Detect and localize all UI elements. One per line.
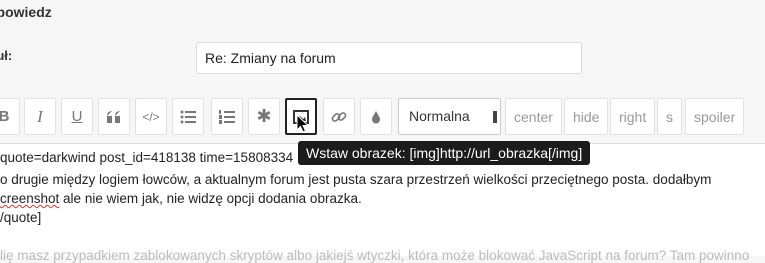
editor-line: quote=darkwind post_id=418138 time=15808…	[0, 150, 294, 165]
bullet-list-button[interactable]	[172, 98, 204, 135]
italic-button[interactable]: I	[24, 98, 56, 135]
code-icon: </>	[142, 109, 160, 124]
subject-label: tuł:	[0, 48, 13, 63]
misspelled-word: creenshot	[0, 191, 60, 206]
quote-button[interactable]	[98, 98, 130, 135]
editor-line: /quote]	[0, 210, 42, 225]
underline-button[interactable]: U	[61, 98, 93, 135]
editor-line-text: ale nie wiem jak, nie widzę opcji dodani…	[59, 191, 362, 206]
editor-line: o drugie między logiem łowców, a aktualn…	[0, 172, 712, 187]
droplet-icon	[372, 110, 380, 123]
center-button[interactable]: center	[505, 98, 562, 135]
bold-button[interactable]: B	[0, 98, 20, 135]
numbered-list-icon	[219, 109, 235, 124]
right-button[interactable]: right	[610, 98, 656, 135]
list-icon	[180, 110, 196, 123]
font-color-button[interactable]	[360, 98, 392, 135]
mouse-pointer-icon	[296, 114, 310, 133]
reply-heading: dpowiedz	[0, 4, 52, 20]
font-size-value: Normalna	[409, 108, 470, 124]
hide-button[interactable]: hide	[564, 98, 609, 135]
editor-line: creenshot ale nie wiem jak, nie widzę op…	[0, 191, 362, 206]
link-icon	[331, 111, 347, 122]
code-button[interactable]: </>	[135, 98, 167, 135]
select-caret-icon	[493, 111, 497, 123]
subject-input[interactable]: Re: Zmiany na forum	[196, 42, 582, 74]
asterisk-icon: ✱	[256, 106, 272, 126]
font-size-select[interactable]: Normalna	[398, 98, 501, 135]
list-item-button[interactable]: ✱	[248, 98, 280, 135]
insert-link-button[interactable]	[323, 98, 355, 135]
spoiler-button[interactable]: spoiler	[685, 98, 745, 135]
editor-line: lię masz przypadkiem zablokowanych skryp…	[0, 248, 750, 263]
numbered-list-button[interactable]	[211, 98, 243, 135]
insert-image-tooltip: Wstaw obrazek: [img]http://url_obrazka[/…	[298, 141, 591, 165]
strike-button[interactable]: s	[657, 98, 682, 135]
quote-icon	[107, 110, 120, 123]
